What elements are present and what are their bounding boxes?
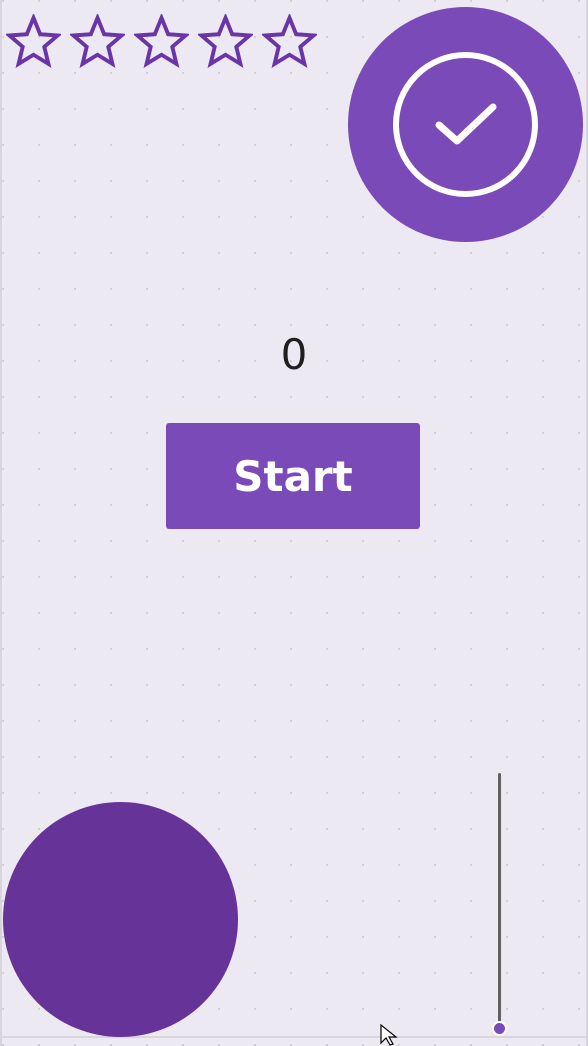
vertical-slider-track[interactable] xyxy=(498,773,501,1028)
star-icon[interactable] xyxy=(134,14,189,69)
slider-thumb-dot xyxy=(494,1023,505,1034)
mouse-cursor-icon xyxy=(380,1024,398,1046)
checkmark-icon xyxy=(435,103,496,144)
star-icon[interactable] xyxy=(262,14,317,69)
check-button[interactable] xyxy=(348,7,583,242)
star-icon[interactable] xyxy=(6,14,61,69)
counter-value: 0 xyxy=(280,330,308,379)
check-circle-icon xyxy=(393,52,538,197)
vertical-slider-thumb[interactable] xyxy=(492,1021,507,1036)
star-icon[interactable] xyxy=(70,14,125,69)
bottom-edge xyxy=(0,1036,588,1038)
dark-circle xyxy=(3,802,238,1037)
star-rating[interactable] xyxy=(6,14,317,69)
star-icon[interactable] xyxy=(198,14,253,69)
start-button[interactable]: Start xyxy=(166,423,420,529)
